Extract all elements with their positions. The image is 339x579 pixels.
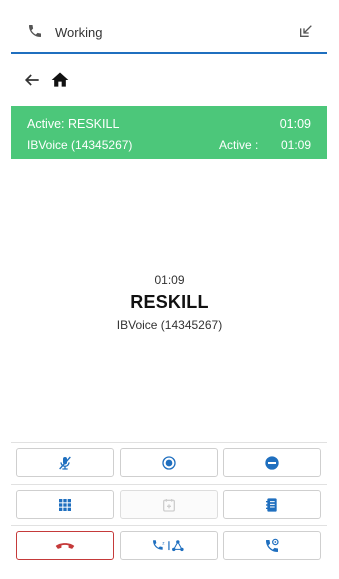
controls-divider [11,484,327,485]
hang-up-button[interactable] [16,531,114,560]
controls-divider [11,442,327,443]
call-line: IBVoice (14345267) [116,318,223,332]
do-not-disturb-icon [265,455,279,470]
do-not-disturb-button[interactable] [223,448,321,477]
popout-icon[interactable] [298,23,314,39]
transfer-conference-icon: z [153,539,184,551]
phone-icon [29,25,41,37]
dialpad-button[interactable] [16,490,114,519]
active-call-status-label: Active : [219,138,259,152]
navigation-bar [22,70,82,92]
record-icon [162,455,176,470]
transfer-conference-button[interactable]: z [120,531,218,560]
record-button[interactable] [120,448,218,477]
mute-microphone-icon [59,456,71,470]
schedule-callback-button[interactable] [120,490,218,519]
consult-call-button[interactable] [223,531,321,560]
address-book-icon [266,497,277,512]
hang-up-icon [55,542,75,549]
active-call-bar[interactable]: Active: RESKILL 01:09 IBVoice (14345267)… [11,106,327,159]
active-call-line: IBVoice (14345267) [27,138,133,152]
calendar-add-icon [163,498,175,512]
status-header: Working [11,12,327,54]
address-book-button[interactable] [223,490,321,519]
active-call-status-time: 01:09 [280,138,311,152]
call-timer: 01:09 [154,273,185,287]
consult-call-icon [266,538,279,552]
dialpad-icon [59,498,71,511]
svg-text:z: z [162,541,165,546]
home-icon[interactable] [50,70,70,90]
status-label: Working [55,25,103,40]
active-call-title-time: 01:09 [279,117,311,131]
controls-divider [11,525,327,526]
back-arrow-icon[interactable] [22,70,42,90]
active-call-title: Active: RESKILL [27,117,120,131]
mute-button[interactable] [16,448,114,477]
caller-name: RESKILL [130,292,209,312]
